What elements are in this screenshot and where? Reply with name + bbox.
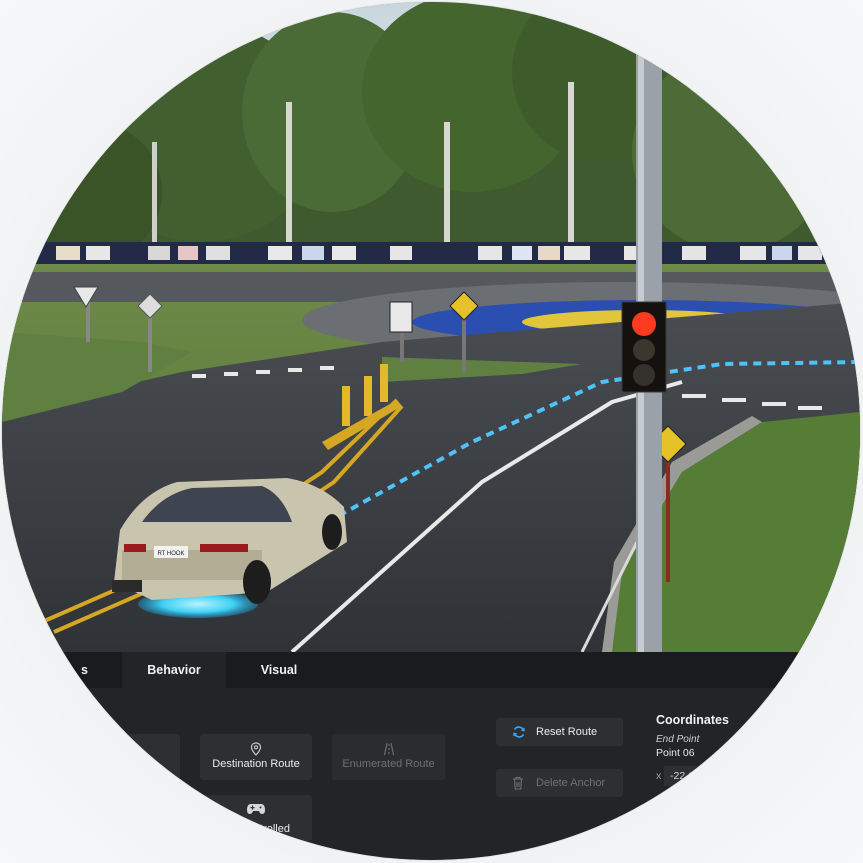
tab-visual[interactable]: Visual xyxy=(228,652,330,688)
delete-anchor-label: Delete Anchor xyxy=(536,777,606,789)
refresh-icon xyxy=(513,726,525,738)
destination-route-label: Destination Route xyxy=(212,758,300,770)
banner-fence xyxy=(2,242,860,264)
tab-partial[interactable]: s xyxy=(42,652,122,688)
delete-anchor-button[interactable]: Delete Anchor xyxy=(496,769,623,797)
trash-icon xyxy=(513,776,523,790)
license-plate: RT HOOK xyxy=(157,551,184,557)
simulation-scene[interactable]: RT HOOK xyxy=(2,2,860,652)
point-name: Point 06 xyxy=(656,747,695,759)
x-coordinate-input[interactable] xyxy=(664,766,744,786)
route-mode-button-partial[interactable] xyxy=(102,734,180,780)
reset-route-label: Reset Route xyxy=(536,726,598,738)
vehicle-properties-panel: s Behavior Visual Destination Route Enum… xyxy=(2,652,860,860)
controlled-button[interactable]: trolled xyxy=(200,795,312,841)
x-axis-label: x xyxy=(656,770,662,782)
enumerated-route-button[interactable]: Enumerated Route xyxy=(332,734,445,780)
enumerated-route-label: Enumerated Route xyxy=(342,758,435,770)
tab-bar: s Behavior Visual xyxy=(2,652,860,688)
destination-route-button[interactable]: Destination Route xyxy=(200,734,312,780)
circular-viewport: RT HOOK s Behavior Visual Destination Ro… xyxy=(2,2,860,860)
coordinates-title: Coordinates xyxy=(656,713,729,727)
location-pin-icon xyxy=(250,742,262,756)
road-icon xyxy=(383,742,394,756)
gamepad-icon xyxy=(247,804,265,814)
reset-route-button[interactable]: Reset Route xyxy=(496,718,623,746)
tab-behavior[interactable]: Behavior xyxy=(122,652,226,688)
end-point-label: End Point xyxy=(656,734,700,745)
controlled-label: trolled xyxy=(260,823,290,835)
